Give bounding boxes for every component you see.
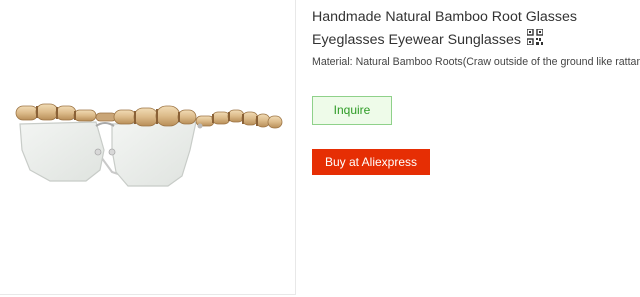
product-info: Handmade Natural Bamboo Root Glasses Eye… (312, 6, 640, 68)
product-image-panel (0, 0, 296, 295)
inquire-button[interactable]: Inquire (312, 96, 392, 125)
qr-code-icon[interactable] (526, 28, 544, 46)
product-image[interactable] (0, 0, 296, 295)
product-title: Handmade Natural Bamboo Root Glasses Eye… (312, 6, 634, 52)
product-material: Material: Natural Bamboo Roots(Craw outs… (312, 56, 640, 68)
product-page: Handmade Natural Bamboo Root Glasses Eye… (0, 0, 640, 297)
buy-at-aliexpress-button[interactable]: Buy at Aliexpress (312, 149, 430, 175)
